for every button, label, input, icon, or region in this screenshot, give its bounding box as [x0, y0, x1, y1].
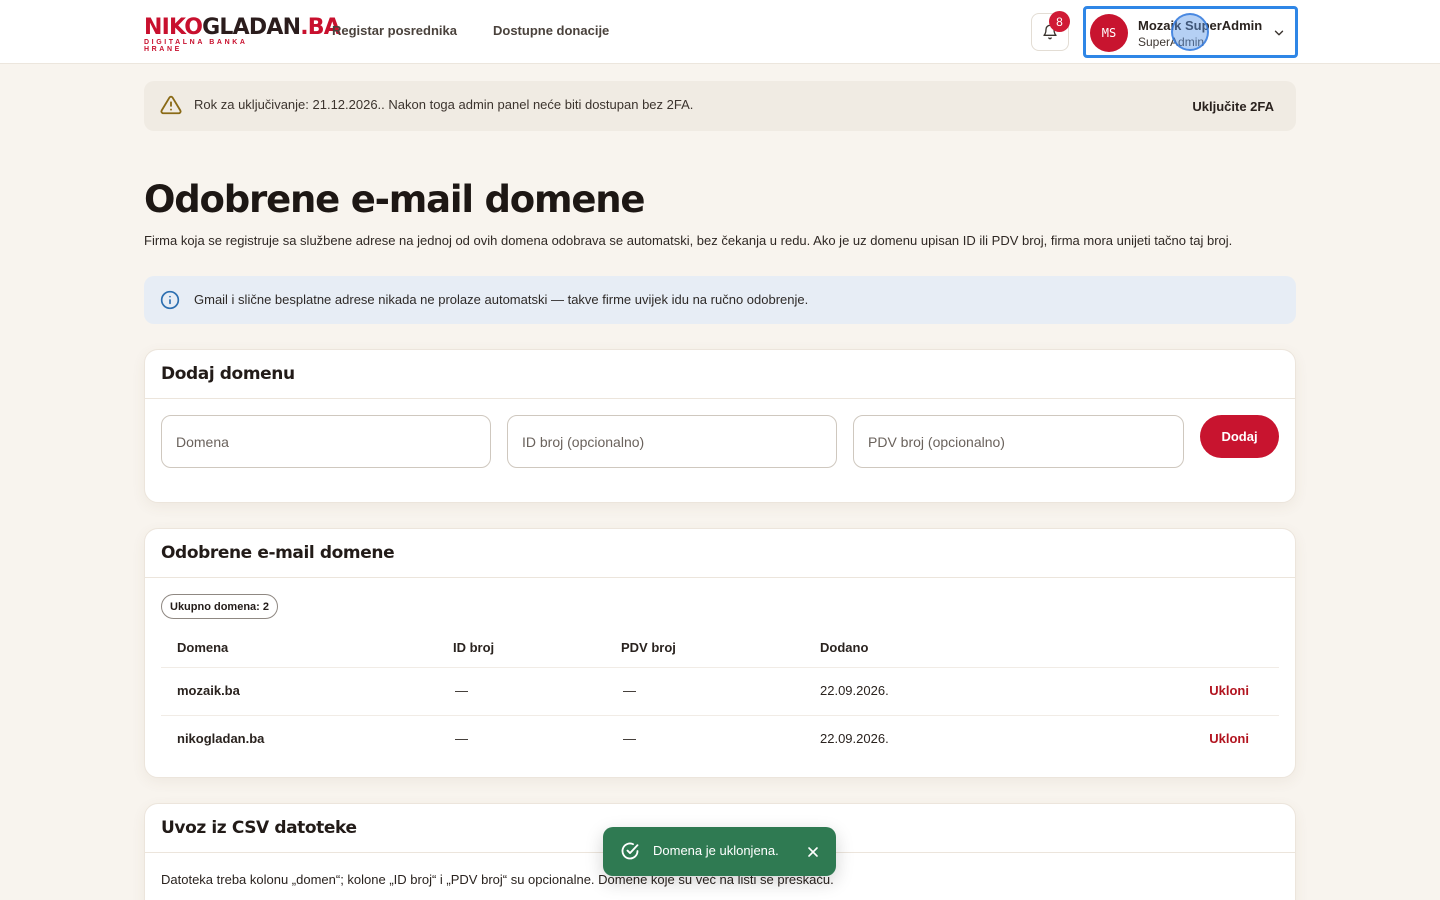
domain-input[interactable]	[161, 415, 491, 468]
banner-text: Rok za uključivanje: 21.12.2026.. Nakon …	[194, 97, 694, 112]
add-domain-button[interactable]: Dodaj	[1200, 415, 1279, 458]
close-icon[interactable]	[805, 844, 821, 860]
row-id: —	[455, 683, 468, 698]
main-nav: Registar posrednika Dostupne donacije	[332, 23, 609, 38]
table-row: mozaik.ba — — 22.09.2026. Ukloni	[161, 667, 1279, 715]
column-header-added: Dodano	[820, 640, 869, 655]
row-domain: nikogladan.ba	[177, 731, 265, 746]
avatar: MS	[1090, 14, 1128, 52]
top-bar: NIKOGLADAN.BA DIGITALNA BANKA HRANE Regi…	[0, 0, 1440, 64]
nav-registar-posrednika[interactable]: Registar posrednika	[332, 23, 457, 38]
row-id: —	[455, 731, 468, 746]
add-domain-card: Dodaj domenu Dodaj	[144, 349, 1296, 503]
row-pdv: —	[623, 731, 636, 746]
info-icon	[160, 290, 180, 310]
pdv-number-input[interactable]	[853, 415, 1184, 468]
cursor-indicator	[1171, 13, 1209, 51]
nav-dostupne-donacije[interactable]: Dostupne donacije	[493, 23, 609, 38]
domains-list-title: Odobrene e-mail domene	[145, 529, 1295, 578]
twofa-warning-banner: Rok za uključivanje: 21.12.2026.. Nakon …	[144, 81, 1296, 131]
enable-2fa-link[interactable]: Uključite 2FA	[1192, 99, 1274, 114]
id-number-input[interactable]	[507, 415, 837, 468]
remove-domain-button[interactable]: Ukloni	[1209, 731, 1249, 746]
table-row: nikogladan.ba — — 22.09.2026. Ukloni	[161, 715, 1279, 763]
add-domain-title: Dodaj domenu	[145, 350, 1295, 399]
column-header-domain: Domena	[177, 640, 229, 655]
toast-message: Domena je uklonjena.	[653, 843, 779, 858]
brand-logo[interactable]: NIKOGLADAN.BA DIGITALNA BANKA HRANE	[144, 15, 341, 54]
check-circle-icon	[621, 842, 639, 860]
column-header-pdv: PDV broj	[621, 640, 676, 655]
success-toast: Domena je uklonjena.	[603, 827, 836, 876]
logo-wordmark: NIKOGLADAN.BA	[144, 15, 341, 40]
remove-domain-button[interactable]: Ukloni	[1209, 683, 1249, 698]
domain-count-badge: Ukupno domena: 2	[161, 594, 279, 619]
domains-list-card: Odobrene e-mail domene Ukupno domena: 2 …	[144, 528, 1296, 778]
info-text: Gmail i slične besplatne adrese nikada n…	[194, 292, 809, 307]
column-header-id: ID broj	[453, 640, 495, 655]
page-description: Firma koja se registruje sa službene adr…	[144, 233, 1233, 248]
info-notice: Gmail i slične besplatne adrese nikada n…	[144, 276, 1296, 324]
row-domain: mozaik.ba	[177, 683, 240, 698]
warning-icon	[160, 95, 182, 115]
chevron-down-icon	[1274, 30, 1284, 36]
page-title: Odobrene e-mail domene	[144, 178, 646, 221]
row-added: 22.09.2026.	[820, 683, 889, 698]
notification-count-badge: 8	[1049, 11, 1070, 32]
row-pdv: —	[623, 683, 636, 698]
row-added: 22.09.2026.	[820, 731, 889, 746]
logo-tagline: DIGITALNA BANKA HRANE	[144, 39, 248, 53]
